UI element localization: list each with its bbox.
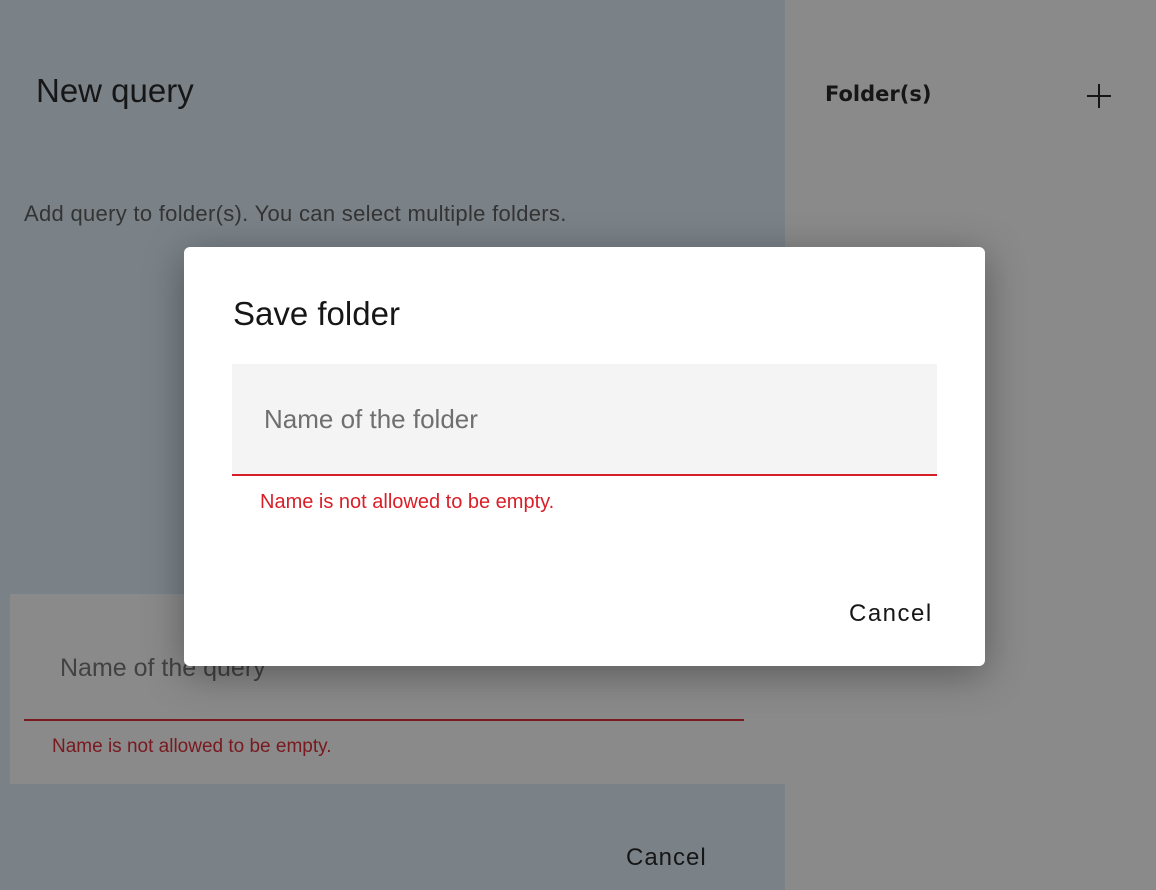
screen: New query Add query to folder(s). You ca… [0, 0, 1156, 890]
folder-name-input[interactable] [232, 364, 937, 476]
save-folder-modal: Save folder Name is not allowed to be em… [184, 247, 985, 666]
modal-cancel-button[interactable]: Cancel [849, 600, 933, 628]
folder-name-error: Name is not allowed to be empty. [260, 491, 555, 513]
modal-title: Save folder [233, 295, 400, 332]
